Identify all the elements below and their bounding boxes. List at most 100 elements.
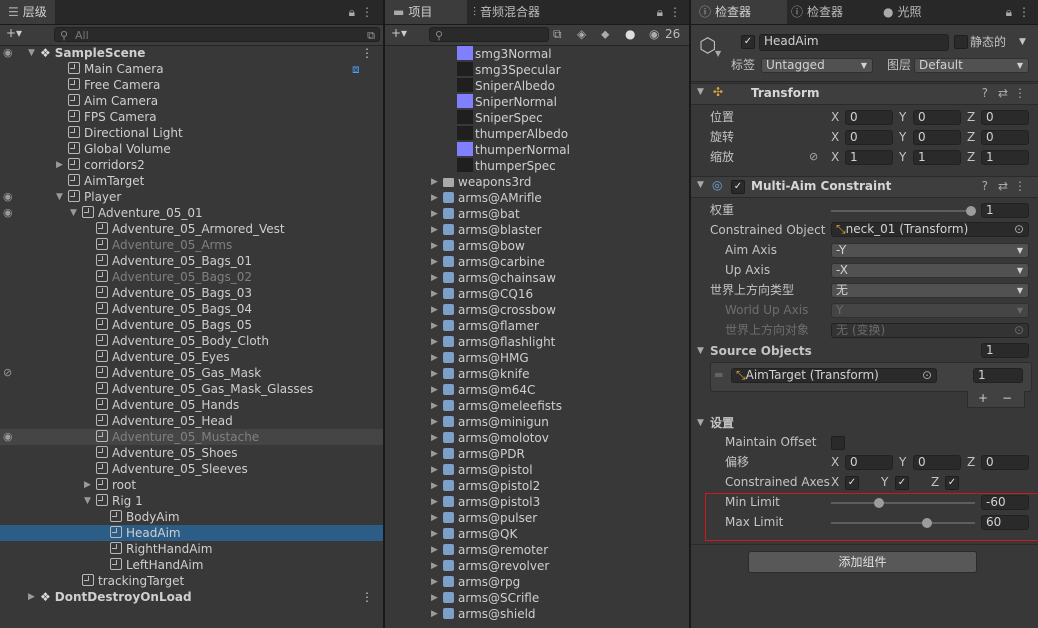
constrain-proportions-icon[interactable]: ⊘: [809, 150, 818, 163]
expand-right-icon[interactable]: ▶: [431, 510, 438, 526]
asset-item[interactable]: ▶ arms@chainsaw: [385, 270, 689, 286]
asset-item[interactable]: ▶ arms@minigun: [385, 414, 689, 430]
expand-right-icon[interactable]: ▶: [431, 222, 438, 238]
transform-header[interactable]: ▼ ✣ Transform ? ⇄ ⋮: [691, 83, 1038, 105]
more-menu-icon[interactable]: ⋮: [1018, 4, 1030, 20]
object-picker-icon[interactable]: ⊙: [1014, 223, 1024, 236]
asset-item[interactable]: ▶ arms@remoter: [385, 542, 689, 558]
tree-item[interactable]: Main Camera ⧈: [0, 61, 383, 77]
chevron-down-icon[interactable]: ▼: [697, 418, 704, 428]
tree-item[interactable]: Global Volume: [0, 141, 383, 157]
asset-item[interactable]: ▶ arms@molotov: [385, 430, 689, 446]
create-button[interactable]: +▾: [391, 26, 407, 40]
chevron-down-icon[interactable]: ▼: [715, 49, 721, 58]
more-menu-icon[interactable]: ⋮: [361, 589, 373, 605]
expand-right-icon[interactable]: ▶: [431, 478, 438, 494]
source-weight-field[interactable]: 1: [973, 368, 1023, 383]
expand-down-icon[interactable]: ▼: [70, 205, 77, 221]
tree-item[interactable]: Adventure_05_Hands: [0, 397, 383, 413]
chevron-down-icon[interactable]: ▼: [697, 346, 704, 356]
constrained-axis-y-checkbox[interactable]: ✓: [895, 476, 909, 490]
expand-right-icon[interactable]: ▶: [84, 477, 91, 493]
expand-right-icon[interactable]: ▶: [431, 270, 438, 286]
lock-icon[interactable]: 🔒︎: [657, 4, 663, 20]
tree-item[interactable]: ◉ Adventure_05_Mustache: [0, 429, 383, 445]
expand-right-icon[interactable]: ▶: [431, 366, 438, 382]
min-limit-slider-knob[interactable]: [873, 498, 884, 508]
expand-right-icon[interactable]: ▶: [431, 206, 438, 222]
tree-item[interactable]: Adventure_05_Sleeves: [0, 461, 383, 477]
constrained-axis-x-checkbox[interactable]: ✓: [845, 476, 859, 490]
expand-right-icon[interactable]: ▶: [431, 590, 438, 606]
min-limit-field[interactable]: -60: [981, 495, 1029, 510]
tree-item[interactable]: ▶ root: [0, 477, 383, 493]
asset-item[interactable]: thumperAlbedo: [385, 126, 689, 142]
expand-right-icon[interactable]: ▶: [431, 350, 438, 366]
expand-right-icon[interactable]: ▶: [431, 526, 438, 542]
search-filter-icon[interactable]: ⧉: [367, 28, 375, 43]
position-y-field[interactable]: 0: [913, 110, 961, 125]
offset-z-field[interactable]: 0: [981, 455, 1029, 470]
camera-icon[interactable]: ⧈: [352, 61, 360, 77]
asset-item[interactable]: ▶ arms@knife: [385, 366, 689, 382]
more-menu-icon[interactable]: ⋮: [1014, 86, 1026, 100]
constrained-object-field[interactable]: ⤡neck_01 (Transform) ⊙: [831, 222, 1029, 237]
preset-icon[interactable]: ⇄: [998, 86, 1008, 100]
tree-item[interactable]: Adventure_05_Arms: [0, 237, 383, 253]
scale-y-field[interactable]: 1: [913, 150, 961, 165]
asset-item[interactable]: thumperNormal: [385, 142, 689, 158]
warning-icon[interactable]: ●: [625, 27, 635, 41]
tree-item[interactable]: Adventure_05_Bags_02: [0, 269, 383, 285]
expand-right-icon[interactable]: ▶: [431, 558, 438, 574]
tab-project[interactable]: ▬ 项目: [385, 0, 467, 24]
expand-right-icon[interactable]: ▶: [28, 589, 35, 605]
asset-item[interactable]: ▶ arms@flashlight: [385, 334, 689, 350]
eye-icon[interactable]: ◉: [3, 205, 13, 221]
expand-right-icon[interactable]: ▶: [431, 446, 438, 462]
tree-item[interactable]: ▼ Rig 1: [0, 493, 383, 509]
tree-item[interactable]: Adventure_05_Eyes: [0, 349, 383, 365]
asset-item[interactable]: ▶ arms@bat: [385, 206, 689, 222]
expand-down-icon[interactable]: ▼: [28, 45, 35, 61]
rotation-x-field[interactable]: 0: [845, 130, 893, 145]
add-item-button[interactable]: +: [978, 391, 988, 405]
tree-item[interactable]: Adventure_05_Bags_03: [0, 285, 383, 301]
up-axis-dropdown[interactable]: -X ▼: [831, 263, 1029, 278]
tree-item[interactable]: Free Camera: [0, 77, 383, 93]
asset-item[interactable]: ▶ arms@flamer: [385, 318, 689, 334]
tree-item[interactable]: Adventure_05_Gas_Mask_Glasses: [0, 381, 383, 397]
help-icon[interactable]: ?: [982, 179, 988, 193]
asset-item[interactable]: ▶ arms@AMrifle: [385, 190, 689, 206]
asset-item[interactable]: ▶ arms@shield: [385, 606, 689, 622]
asset-item[interactable]: ▶ arms@pistol2: [385, 478, 689, 494]
asset-item[interactable]: ▶ arms@CQ16: [385, 286, 689, 302]
position-x-field[interactable]: 0: [845, 110, 893, 125]
tree-item[interactable]: ▼ ◉ ❖ SampleScene ⋮: [0, 45, 383, 61]
asset-item[interactable]: ▶ weapons3rd: [385, 174, 689, 190]
aim-axis-dropdown[interactable]: -Y ▼: [831, 243, 1029, 258]
asset-item[interactable]: ▶ arms@HMG: [385, 350, 689, 366]
project-search-input[interactable]: ⚲: [429, 27, 549, 42]
expand-right-icon[interactable]: ▶: [431, 574, 438, 590]
expand-right-icon[interactable]: ▶: [431, 462, 438, 478]
asset-item[interactable]: smg3Specular: [385, 62, 689, 78]
asset-item[interactable]: thumperSpec: [385, 158, 689, 174]
max-limit-slider-track[interactable]: [831, 522, 975, 524]
object-name-field[interactable]: HeadAim: [759, 34, 949, 51]
multi-aim-header[interactable]: ▼ ◎ ✓ Multi-Aim Constraint ? ⇄ ⋮: [691, 176, 1038, 198]
asset-item[interactable]: ▶ arms@meleefists: [385, 398, 689, 414]
min-limit-slider-track[interactable]: [831, 502, 975, 504]
expand-down-icon[interactable]: ▼: [84, 493, 91, 509]
offset-y-field[interactable]: 0: [913, 455, 961, 470]
add-component-button[interactable]: 添加组件: [748, 551, 977, 573]
search-by-type-icon[interactable]: ⧉: [553, 27, 562, 42]
expand-right-icon[interactable]: ▶: [56, 157, 63, 173]
tree-item[interactable]: trackingTarget: [0, 573, 383, 589]
add-button[interactable]: +▾: [6, 26, 22, 40]
component-enabled-checkbox[interactable]: ✓: [731, 180, 745, 194]
expand-right-icon[interactable]: ▶: [431, 542, 438, 558]
world-up-type-dropdown[interactable]: 无 ▼: [831, 283, 1029, 298]
tree-item[interactable]: ▼ ◉ Adventure_05_01: [0, 205, 383, 221]
source-count-field[interactable]: 1: [981, 343, 1029, 358]
source-object-field[interactable]: ⤡AimTarget (Transform) ⊙: [731, 368, 937, 383]
